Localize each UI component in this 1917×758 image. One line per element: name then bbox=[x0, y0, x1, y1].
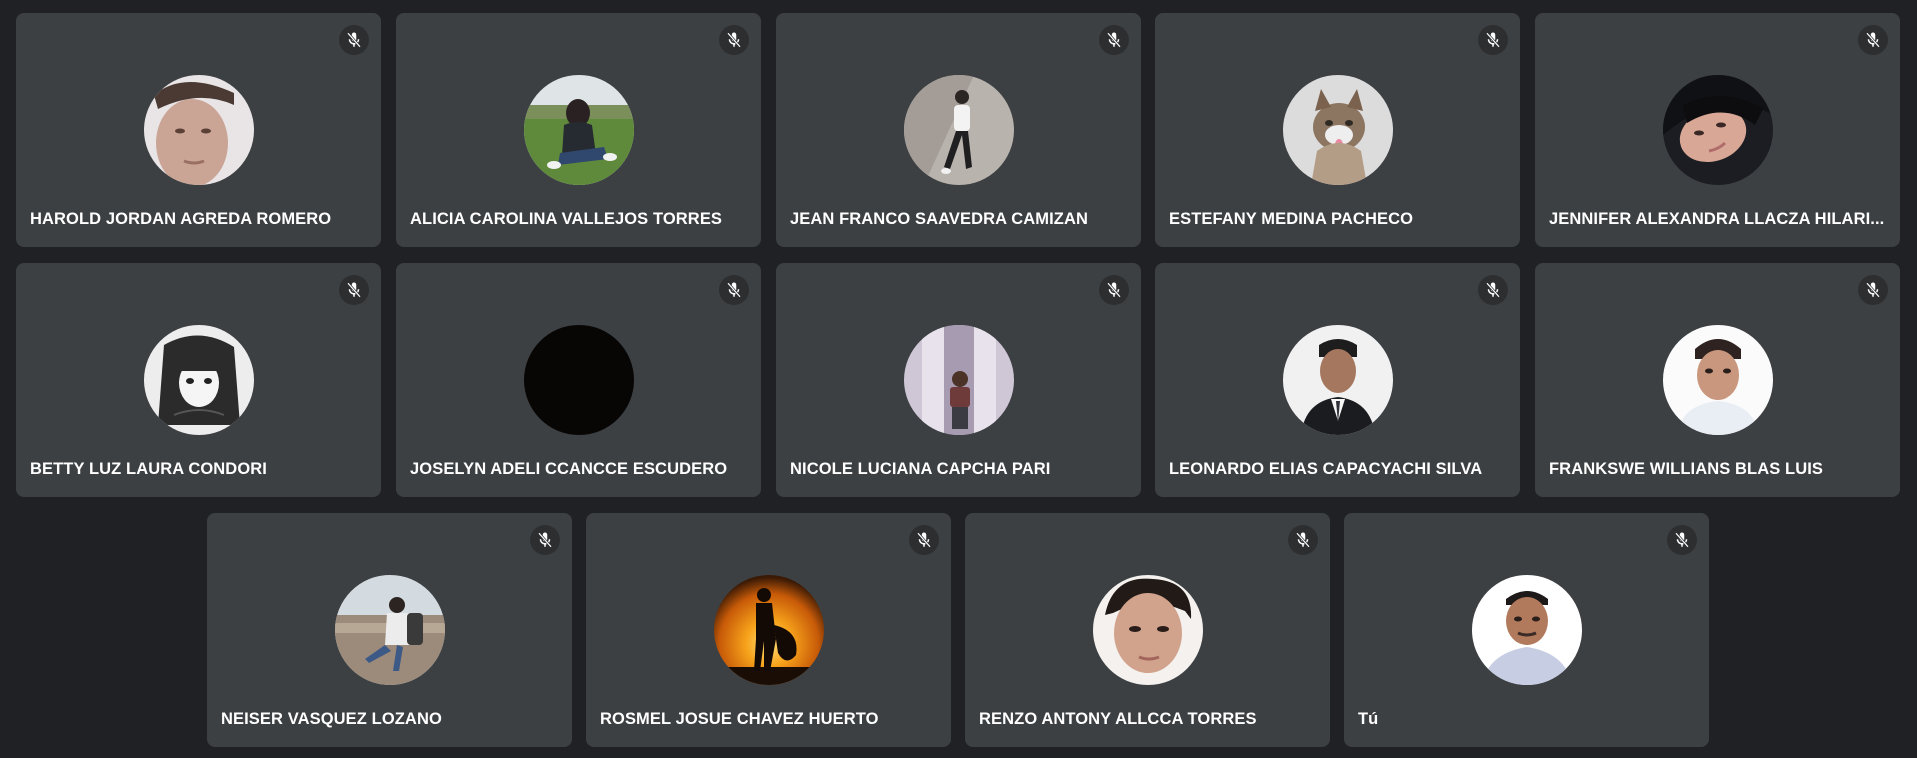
mic-off-icon bbox=[530, 525, 560, 555]
mic-off-icon bbox=[1099, 25, 1129, 55]
participant-tile[interactable]: JOSELYN ADELI CCANCCE ESCUDERO bbox=[396, 263, 761, 497]
participant-tile[interactable]: NEISER VASQUEZ LOZANO bbox=[207, 513, 572, 747]
participant-name: ALICIA CAROLINA VALLEJOS TORRES bbox=[410, 210, 723, 228]
mic-off-icon bbox=[1478, 25, 1508, 55]
participant-tile[interactable]: BETTY LUZ LAURA CONDORI bbox=[16, 263, 381, 497]
participant-name: RENZO ANTONY ALLCCA TORRES bbox=[979, 710, 1257, 728]
avatar bbox=[1282, 75, 1393, 185]
participant-tile[interactable]: NICOLE LUCIANA CAPCHA PARI bbox=[776, 263, 1141, 497]
avatar bbox=[713, 575, 824, 685]
participant-name: JOSELYN ADELI CCANCCE ESCUDERO bbox=[410, 460, 728, 478]
avatar bbox=[1471, 575, 1582, 685]
participant-name: NICOLE LUCIANA CAPCHA PARI bbox=[790, 460, 1051, 478]
participant-tile[interactable]: ROSMEL JOSUE CHAVEZ HUERTO bbox=[586, 513, 951, 747]
participant-name: ESTEFANY MEDINA PACHECO bbox=[1169, 210, 1414, 228]
avatar bbox=[143, 75, 254, 185]
avatar bbox=[903, 75, 1014, 185]
avatar bbox=[334, 575, 445, 685]
mic-off-icon bbox=[339, 275, 369, 305]
participant-name: NEISER VASQUEZ LOZANO bbox=[221, 710, 442, 728]
participant-name: JEAN FRANCO SAAVEDRA CAMIZAN bbox=[790, 210, 1088, 228]
participant-grid: HAROLD JORDAN AGREDA ROMERO ALICIA CAROL… bbox=[0, 0, 1917, 758]
participant-name: JENNIFER ALEXANDRA LLACZA HILARI... bbox=[1549, 210, 1885, 228]
mic-off-icon bbox=[719, 275, 749, 305]
participant-name: HAROLD JORDAN AGREDA ROMERO bbox=[30, 210, 332, 228]
avatar bbox=[1662, 75, 1773, 185]
participant-name: ROSMEL JOSUE CHAVEZ HUERTO bbox=[600, 710, 879, 728]
participant-tile[interactable]: JENNIFER ALEXANDRA LLACZA HILARI... bbox=[1535, 13, 1900, 247]
avatar bbox=[523, 75, 634, 185]
mic-off-icon bbox=[1858, 25, 1888, 55]
participant-tile[interactable]: RENZO ANTONY ALLCCA TORRES bbox=[965, 513, 1330, 747]
mic-off-icon bbox=[1667, 525, 1697, 555]
participant-tile[interactable]: Tú bbox=[1344, 513, 1709, 747]
participant-tile[interactable]: JEAN FRANCO SAAVEDRA CAMIZAN bbox=[776, 13, 1141, 247]
avatar bbox=[1282, 325, 1393, 435]
participant-tile[interactable]: LEONARDO ELIAS CAPACYACHI SILVA bbox=[1155, 263, 1520, 497]
mic-off-icon bbox=[909, 525, 939, 555]
participant-tile[interactable]: FRANKSWE WILLIANS BLAS LUIS bbox=[1535, 263, 1900, 497]
avatar bbox=[1662, 325, 1773, 435]
mic-off-icon bbox=[1858, 275, 1888, 305]
avatar bbox=[523, 325, 634, 435]
participant-tile[interactable]: HAROLD JORDAN AGREDA ROMERO bbox=[16, 13, 381, 247]
mic-off-icon bbox=[719, 25, 749, 55]
participant-name: FRANKSWE WILLIANS BLAS LUIS bbox=[1549, 460, 1824, 478]
avatar bbox=[1092, 575, 1203, 685]
mic-off-icon bbox=[1288, 525, 1318, 555]
participant-name: LEONARDO ELIAS CAPACYACHI SILVA bbox=[1169, 460, 1483, 478]
participant-tile[interactable]: ESTEFANY MEDINA PACHECO bbox=[1155, 13, 1520, 247]
mic-off-icon bbox=[1099, 275, 1129, 305]
participant-name: Tú bbox=[1358, 710, 1379, 728]
avatar bbox=[143, 325, 254, 435]
participant-tile[interactable]: ALICIA CAROLINA VALLEJOS TORRES bbox=[396, 13, 761, 247]
mic-off-icon bbox=[339, 25, 369, 55]
participant-name: BETTY LUZ LAURA CONDORI bbox=[30, 460, 267, 478]
avatar bbox=[903, 325, 1014, 435]
mic-off-icon bbox=[1478, 275, 1508, 305]
